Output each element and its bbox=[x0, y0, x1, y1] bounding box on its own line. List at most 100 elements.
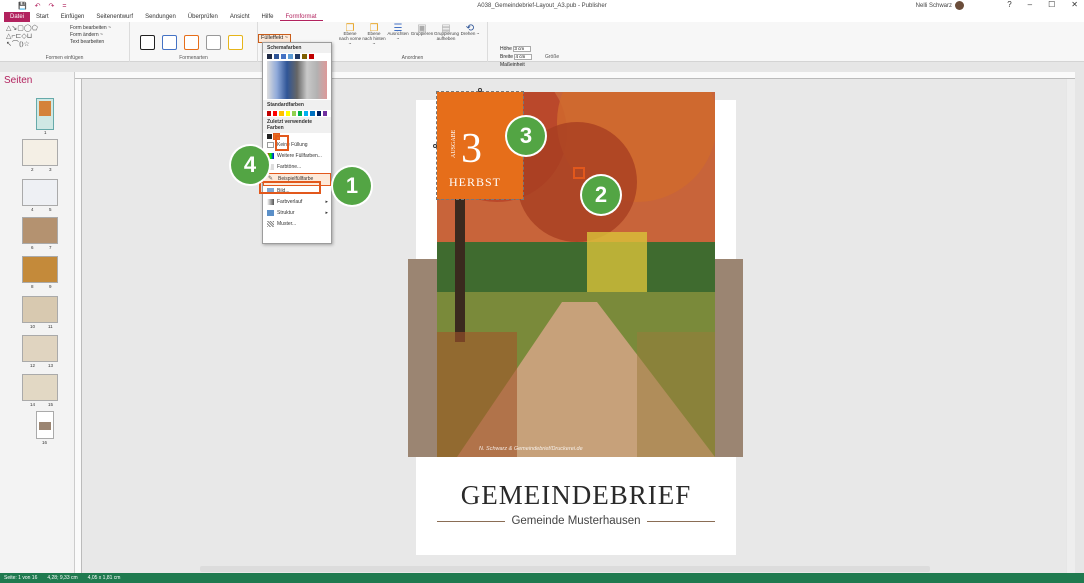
change-shape-button[interactable]: Form ändern ~ bbox=[70, 32, 111, 39]
page-thumbnail-12-13[interactable] bbox=[22, 335, 58, 362]
send-backward-button[interactable]: ❐ Ebene nach hinten ~ bbox=[362, 24, 386, 47]
minimize-button[interactable]: – bbox=[1028, 0, 1032, 9]
user-name: Nelli Schwarz bbox=[915, 2, 952, 9]
page-thumbnail-6-7[interactable] bbox=[22, 217, 58, 244]
page-thumbnail-2-3[interactable] bbox=[22, 139, 58, 166]
shape-style-1[interactable] bbox=[140, 35, 155, 50]
scheme-colors-row bbox=[263, 53, 331, 60]
height-input[interactable] bbox=[513, 45, 532, 52]
group-shape-styles: Formenarten bbox=[130, 22, 258, 62]
width-label: Breite bbox=[500, 54, 514, 60]
color-swatch[interactable] bbox=[267, 54, 272, 59]
tab-mailings[interactable]: Sendungen bbox=[139, 14, 182, 20]
submenu-arrow-icon: ▸ bbox=[325, 210, 328, 216]
recent-color-highlight bbox=[275, 135, 289, 151]
color-swatch[interactable] bbox=[322, 111, 328, 116]
group-label: Anordnen bbox=[401, 55, 424, 61]
tab-view[interactable]: Ansicht bbox=[224, 14, 256, 20]
color-swatch[interactable] bbox=[281, 54, 286, 59]
user-account[interactable]: Nelli Schwarz bbox=[916, 1, 964, 10]
edit-text-button[interactable]: Text bearbeiten bbox=[70, 39, 111, 46]
color-swatch[interactable] bbox=[309, 54, 314, 59]
page-number: 9 bbox=[49, 284, 52, 289]
standard-colors-row bbox=[263, 110, 331, 117]
rotate-handle[interactable] bbox=[478, 88, 482, 92]
scheme-shades-grid[interactable] bbox=[267, 61, 327, 99]
page-thumbnail-14-15[interactable] bbox=[22, 374, 58, 401]
page-thumbnail-8-9[interactable] bbox=[22, 256, 58, 283]
page-thumbnail-4-5[interactable] bbox=[22, 179, 58, 206]
color-swatch[interactable] bbox=[267, 134, 272, 139]
color-swatch[interactable] bbox=[304, 111, 309, 116]
menu-item-pattern[interactable]: Muster... bbox=[263, 219, 331, 230]
color-swatch[interactable] bbox=[310, 111, 315, 116]
bring-forward-button[interactable]: ❐ Ebene nach vorne ~ bbox=[338, 24, 362, 47]
color-swatch[interactable] bbox=[295, 54, 300, 59]
menu-item-texture[interactable]: Struktur ▸ bbox=[263, 208, 331, 219]
color-swatch[interactable] bbox=[285, 111, 290, 116]
menu-item-gradient[interactable]: Farbverlauf ▸ bbox=[263, 197, 331, 208]
page-indicator[interactable]: Seite: 1 von 16 bbox=[4, 575, 37, 581]
redo-icon[interactable]: ↷ bbox=[49, 3, 55, 10]
edit-shape-button[interactable]: Form bearbeiten ~ bbox=[70, 25, 111, 32]
color-swatch[interactable] bbox=[274, 54, 279, 59]
horizontal-scrollbar[interactable] bbox=[200, 566, 930, 572]
help-button[interactable]: ? bbox=[1007, 0, 1011, 9]
vertical-scrollbar[interactable] bbox=[1067, 79, 1075, 573]
shapes-gallery[interactable]: △↘▢◯⬠ △⌐⊏◇⊔ ↖⌒⦅⦆☆ bbox=[6, 25, 38, 49]
maximize-button[interactable]: ☐ bbox=[1048, 0, 1055, 9]
width-input[interactable] bbox=[514, 53, 533, 60]
pages-pane-title: Seiten bbox=[4, 75, 33, 86]
page-number: 7 bbox=[49, 245, 52, 250]
color-swatch[interactable] bbox=[267, 111, 272, 116]
tab-insert[interactable]: Einfügen bbox=[55, 14, 91, 20]
tab-shape-format[interactable]: Formformat bbox=[279, 14, 323, 21]
tab-file[interactable]: Datei bbox=[4, 12, 31, 22]
group-button[interactable]: ▣ Gruppieren bbox=[410, 24, 434, 46]
tab-help[interactable]: Hilfe bbox=[256, 14, 280, 20]
shape-style-5[interactable] bbox=[228, 35, 243, 50]
align-button[interactable]: ☰ Ausrichten ~ bbox=[386, 24, 410, 46]
horizontal-ruler[interactable] bbox=[75, 72, 1075, 79]
page-thumbnail-10-11[interactable] bbox=[22, 296, 58, 323]
group-insert-shapes: △↘▢◯⬠ △⌐⊏◇⊔ ↖⌒⦅⦆☆ Form bearbeiten ~ Form ä… bbox=[0, 22, 130, 62]
menu-item-no-fill[interactable]: Keine Füllung bbox=[263, 140, 331, 151]
tab-page-design[interactable]: Seitenentwurf bbox=[90, 14, 139, 20]
menu-item-more-colors[interactable]: Weitere Füllfarben... bbox=[263, 151, 331, 162]
group-label: Größe bbox=[545, 54, 560, 60]
vertical-ruler[interactable] bbox=[75, 79, 82, 573]
resize-handle[interactable] bbox=[433, 144, 437, 148]
subtitle-row[interactable]: Gemeinde Musterhausen bbox=[437, 515, 716, 527]
undo-icon[interactable]: ↶ bbox=[35, 3, 41, 10]
color-swatch[interactable] bbox=[316, 111, 321, 116]
measure-button[interactable]: Maßeinheit bbox=[500, 61, 532, 69]
customize-qat-icon[interactable]: = bbox=[62, 3, 66, 10]
page-number: 11 bbox=[48, 324, 53, 329]
tab-review[interactable]: Überprüfen bbox=[182, 14, 224, 20]
color-swatch[interactable] bbox=[298, 111, 303, 116]
shape-style-2[interactable] bbox=[162, 35, 177, 50]
sample-cursor-marker bbox=[573, 167, 585, 179]
color-swatch[interactable] bbox=[279, 111, 284, 116]
page-number: 13 bbox=[48, 363, 54, 368]
color-swatch[interactable] bbox=[291, 111, 297, 116]
page-number: 8 bbox=[31, 284, 34, 289]
save-icon[interactable]: 💾 bbox=[18, 3, 27, 10]
page-number: 14 bbox=[30, 402, 36, 407]
rotate-button[interactable]: ⟲ Drehen ~ bbox=[458, 24, 482, 46]
group-label: Formen einfügen bbox=[45, 55, 84, 61]
color-swatch[interactable] bbox=[288, 54, 293, 59]
newsletter-title[interactable]: GEMEINDEBRIEF bbox=[416, 480, 736, 511]
color-swatch[interactable] bbox=[302, 54, 307, 59]
close-button[interactable]: ✕ bbox=[1071, 0, 1078, 9]
recent-colors-row bbox=[263, 133, 331, 140]
shape-style-3[interactable] bbox=[184, 35, 199, 50]
menu-item-tints[interactable]: Farbtöne... bbox=[263, 162, 331, 173]
ribbon-tabs: Datei Start Einfügen Seitenentwurf Sendu… bbox=[0, 12, 1084, 22]
ungroup-button[interactable]: ▤ Gruppierung aufheben bbox=[434, 24, 459, 46]
color-swatch[interactable] bbox=[273, 111, 278, 116]
page-thumbnail-1[interactable] bbox=[36, 98, 54, 130]
page-thumbnail-16[interactable] bbox=[36, 411, 54, 439]
shape-style-4[interactable] bbox=[206, 35, 221, 50]
tab-start[interactable]: Start bbox=[30, 14, 55, 20]
